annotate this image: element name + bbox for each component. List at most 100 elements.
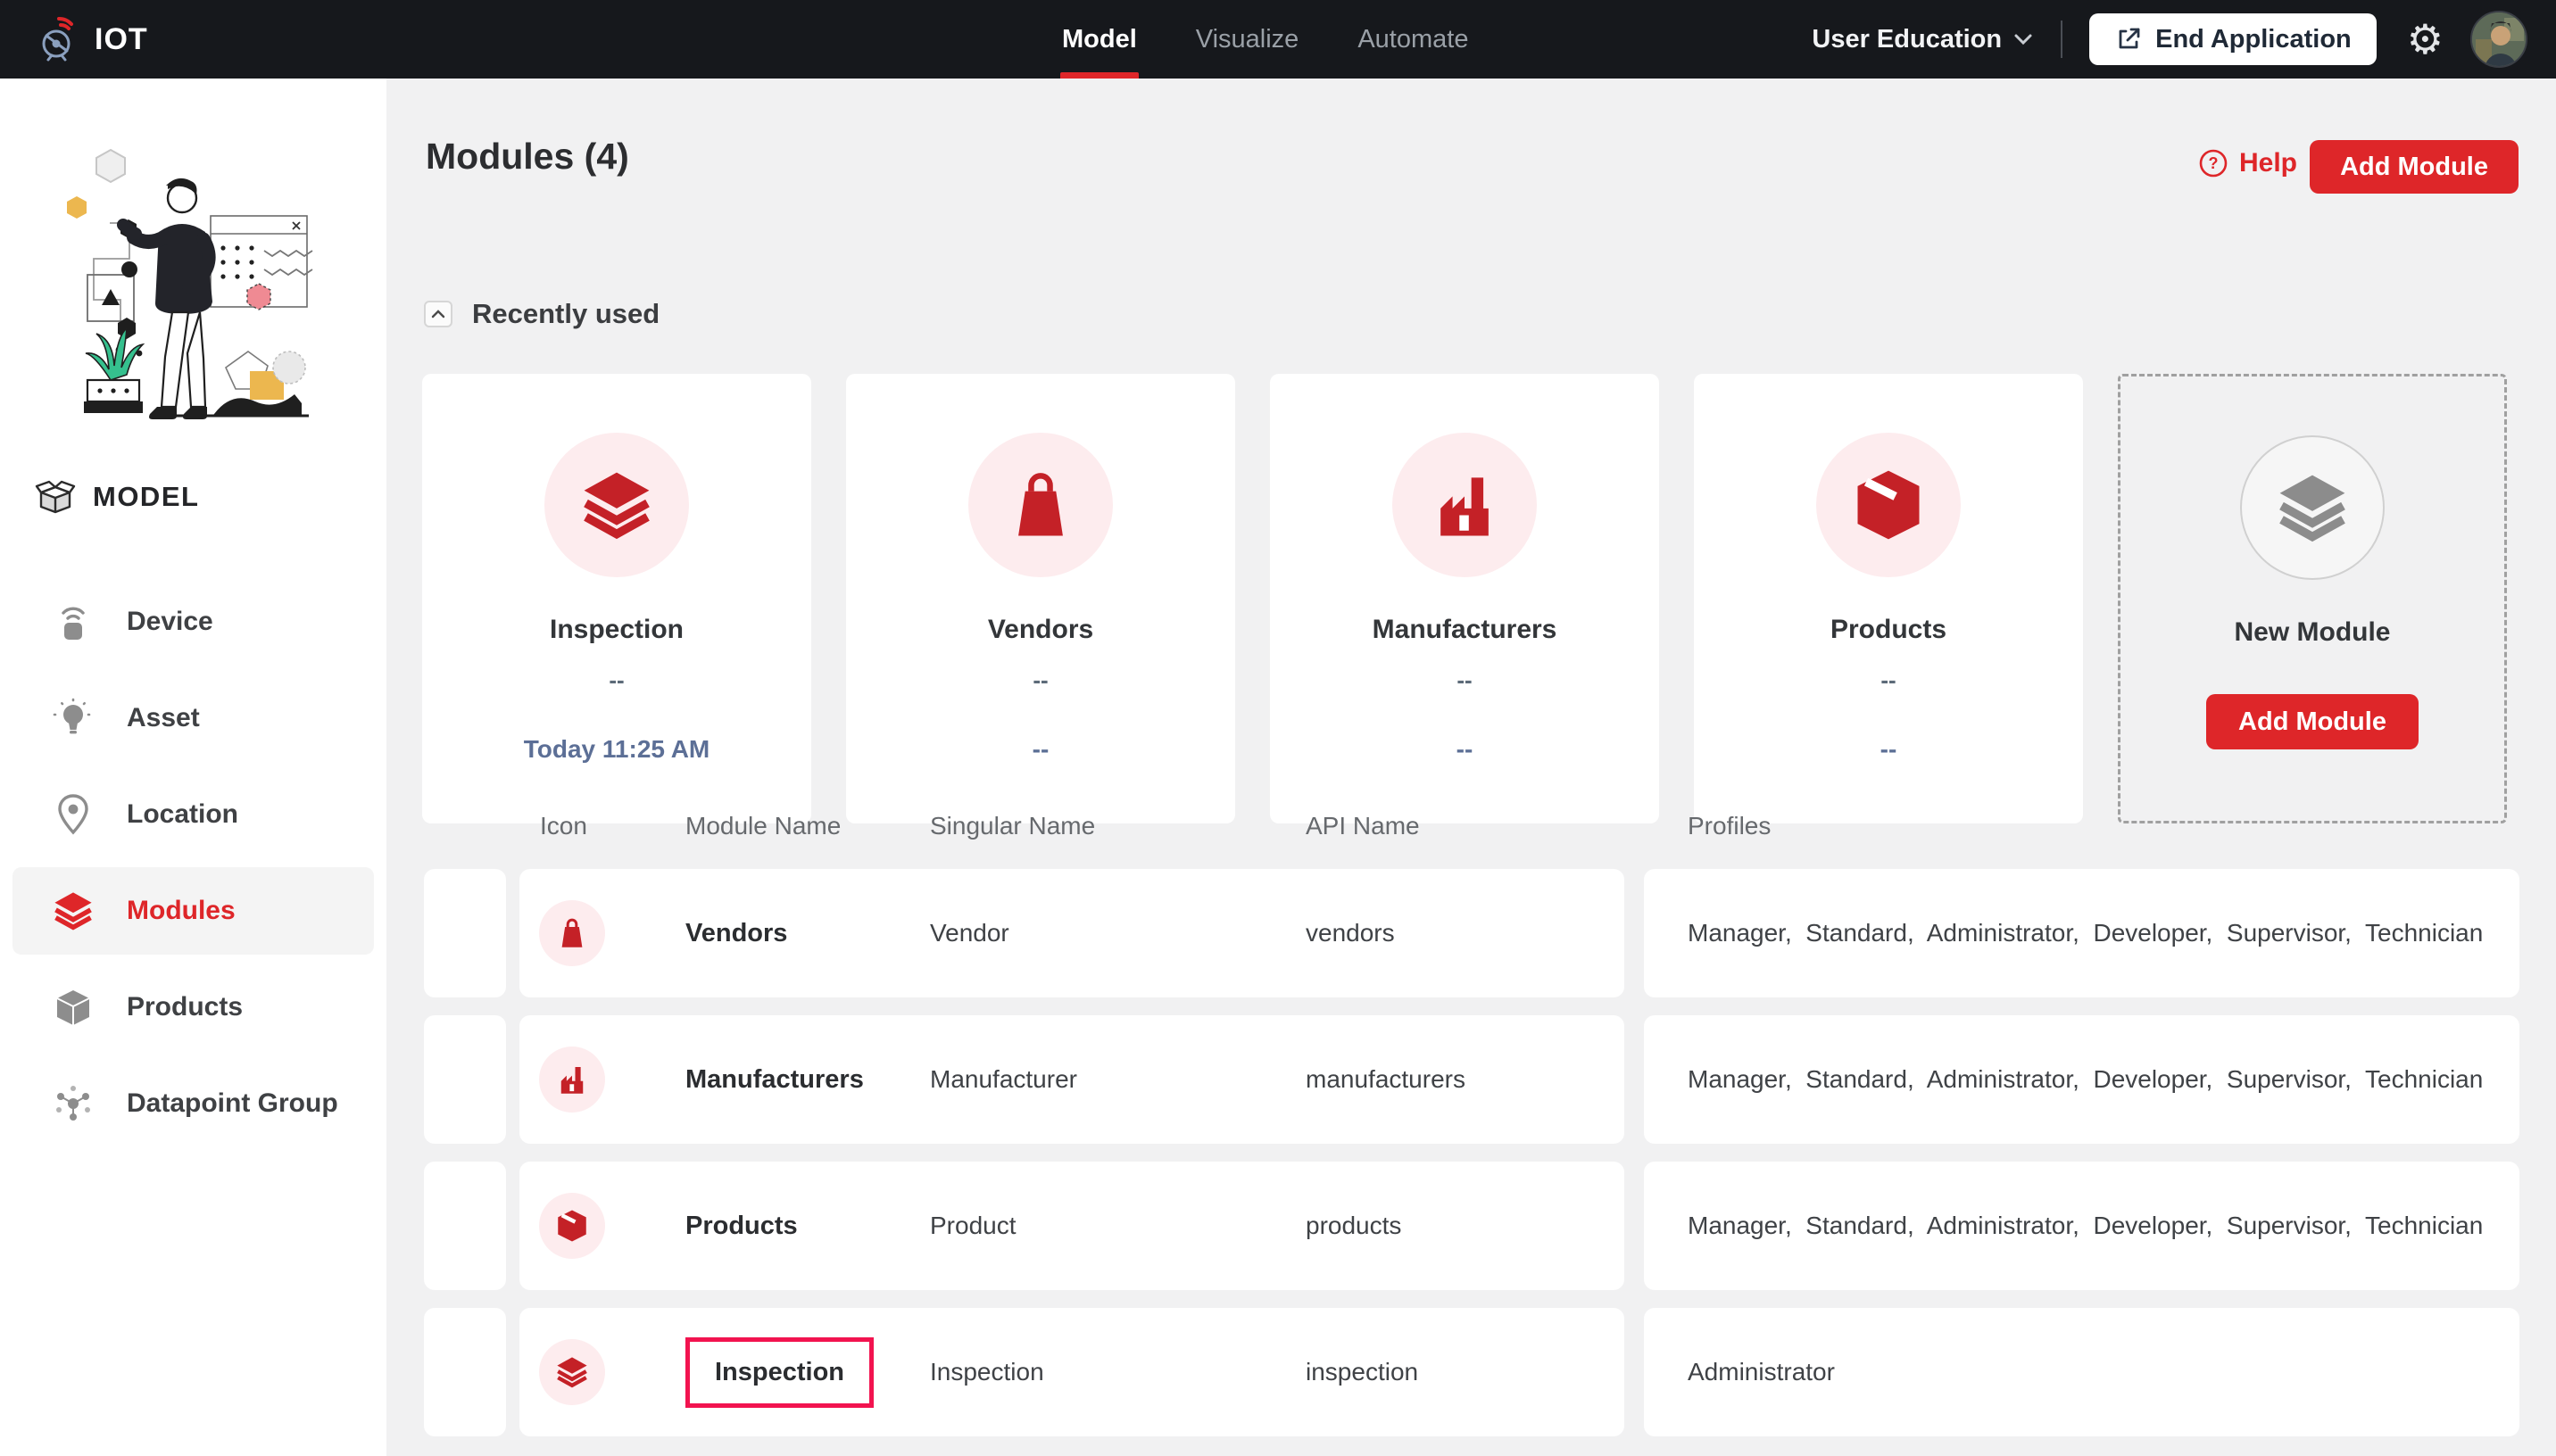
sidebar-item-modules[interactable]: Modules <box>12 867 374 955</box>
icon-circle <box>539 900 605 966</box>
layers-icon <box>50 888 96 934</box>
cell-singular-name: Vendor <box>930 919 1009 947</box>
new-module-card[interactable]: New Module Add Module <box>2118 374 2507 823</box>
card-stat: -- <box>1880 666 1896 693</box>
help-link[interactable]: ? Help <box>2198 148 2297 178</box>
card-stat: -- <box>1033 666 1049 693</box>
icon-circle <box>2240 435 2385 580</box>
cell-api-name: manufacturers <box>1306 1065 1465 1093</box>
table-row-vendors[interactable]: Vendors Vendor vendors Manager, Standard… <box>386 869 2556 997</box>
cell-profiles: Manager, Standard, Administrator, Develo… <box>1688 919 2484 947</box>
nav-tabs: Model Visualize Automate <box>1060 0 1468 79</box>
chevron-down-icon <box>2012 32 2034 46</box>
module-card-inspection[interactable]: Inspection -- Today 11:25 AM <box>422 374 811 823</box>
end-application-button[interactable]: End Application <box>2089 13 2377 65</box>
recently-used-cards: Inspection -- Today 11:25 AM Vendors -- … <box>422 374 2519 823</box>
cell-profiles: Manager, Standard, Administrator, Develo… <box>1688 1065 2484 1093</box>
brand-name: IOT <box>95 21 148 56</box>
external-link-icon <box>2114 25 2143 54</box>
sidebar-item-asset[interactable]: Asset <box>12 674 374 762</box>
cell-api-name: inspection <box>1306 1358 1419 1386</box>
recently-used-label: Recently used <box>472 298 660 329</box>
card-name: Inspection <box>549 615 684 644</box>
card-stat: -- <box>1456 666 1473 693</box>
asset-icon <box>50 695 96 741</box>
brand[interactable]: IOT <box>0 16 148 62</box>
column-header-icon: Icon <box>540 812 587 840</box>
sidebar-item-device[interactable]: Device <box>12 578 374 666</box>
icon-circle <box>539 1339 605 1405</box>
card-last-used: -- <box>1880 735 1897 763</box>
box-icon <box>1847 464 1929 546</box>
icon-circle <box>539 1193 605 1259</box>
module-card-manufacturers[interactable]: Manufacturers -- -- <box>1270 374 1659 823</box>
svg-text:?: ? <box>2208 154 2218 172</box>
modules-table: Vendors Vendor vendors Manager, Standard… <box>386 869 2556 1454</box>
sidebar-section-label: MODEL <box>93 481 200 512</box>
module-card-vendors[interactable]: Vendors -- -- <box>846 374 1235 823</box>
layers-icon <box>553 1353 591 1391</box>
factory-icon <box>1423 464 1506 546</box>
sidebar-item-datapoint-group[interactable]: Datapoint Group <box>12 1060 374 1147</box>
icon-circle <box>539 1046 605 1113</box>
bag-icon <box>553 914 591 952</box>
box-icon <box>50 984 96 1030</box>
card-name: Vendors <box>987 615 1094 644</box>
main-content: Modules (4) ? Help Add Module Recently u… <box>386 79 2556 1456</box>
page-title: Modules (4) <box>426 136 629 177</box>
cell-profiles: Manager, Standard, Administrator, Develo… <box>1688 1212 2484 1239</box>
table-row-inspection[interactable]: Inspection Inspection inspection Adminis… <box>386 1308 2556 1436</box>
column-header-module-name: Module Name <box>685 812 842 840</box>
card-name: New Module <box>2234 617 2391 647</box>
module-card-products[interactable]: Products -- -- <box>1694 374 2083 823</box>
add-module-button[interactable]: Add Module <box>2310 140 2519 194</box>
annotation-highlight-box: Inspection <box>685 1336 875 1408</box>
add-module-card-button[interactable]: Add Module <box>2206 694 2419 749</box>
tab-automate[interactable]: Automate <box>1357 0 1468 79</box>
icon-circle <box>544 433 689 577</box>
navbar-right: User Education End Application ⚙ <box>1812 0 2527 79</box>
cell-profiles: Administrator <box>1688 1358 1835 1386</box>
model-box-icon <box>34 478 77 516</box>
card-last-used: -- <box>1032 735 1050 763</box>
table-row-products[interactable]: Products Product products Manager, Stand… <box>386 1162 2556 1290</box>
divider <box>2061 21 2063 58</box>
device-icon <box>50 599 96 645</box>
factory-icon <box>553 1061 591 1098</box>
cell-singular-name: Manufacturer <box>930 1065 1077 1093</box>
box-icon <box>553 1207 591 1245</box>
column-header-api-name: API Name <box>1306 812 1420 840</box>
tab-model[interactable]: Model <box>1060 0 1139 79</box>
table-header: Icon Module Name Singular Name API Name … <box>386 812 2556 844</box>
recently-used-header: Recently used <box>424 298 660 330</box>
iot-logo-icon <box>34 16 80 62</box>
help-icon: ? <box>2198 148 2228 178</box>
cell-singular-name: Product <box>930 1212 1017 1239</box>
cell-api-name: products <box>1306 1212 1402 1239</box>
card-name: Products <box>1830 615 1947 644</box>
cell-api-name: vendors <box>1306 919 1395 947</box>
app-switcher[interactable]: User Education <box>1812 25 2034 54</box>
avatar[interactable] <box>2470 11 2527 68</box>
icon-circle <box>968 433 1113 577</box>
cell-module-name: Manufacturers <box>685 1064 864 1094</box>
card-last-used: -- <box>1456 735 1473 763</box>
app-root: IOT Model Visualize Automate User Educat… <box>0 0 2556 1456</box>
layers-icon <box>2271 467 2353 549</box>
sidebar-section-header: MODEL <box>34 478 199 516</box>
datapoint-group-icon <box>50 1080 96 1127</box>
location-icon <box>50 791 96 838</box>
tab-visualize[interactable]: Visualize <box>1196 0 1299 79</box>
sidebar-item-products[interactable]: Products <box>12 964 374 1051</box>
column-header-singular-name: Singular Name <box>930 812 1096 840</box>
icon-circle <box>1392 433 1537 577</box>
layers-icon <box>576 464 658 546</box>
top-navbar: IOT Model Visualize Automate User Educat… <box>0 0 2556 79</box>
collapse-chevron-icon[interactable] <box>424 301 452 327</box>
sidebar-item-location[interactable]: Location <box>12 771 374 858</box>
cell-module-name: Vendors <box>685 918 788 947</box>
sidebar-menu: Device Asset Location Modules Products D… <box>0 578 386 1147</box>
gear-icon[interactable]: ⚙ <box>2407 19 2444 60</box>
card-stat: -- <box>609 666 625 693</box>
table-row-manufacturers[interactable]: Manufacturers Manufacturer manufacturers… <box>386 1015 2556 1144</box>
